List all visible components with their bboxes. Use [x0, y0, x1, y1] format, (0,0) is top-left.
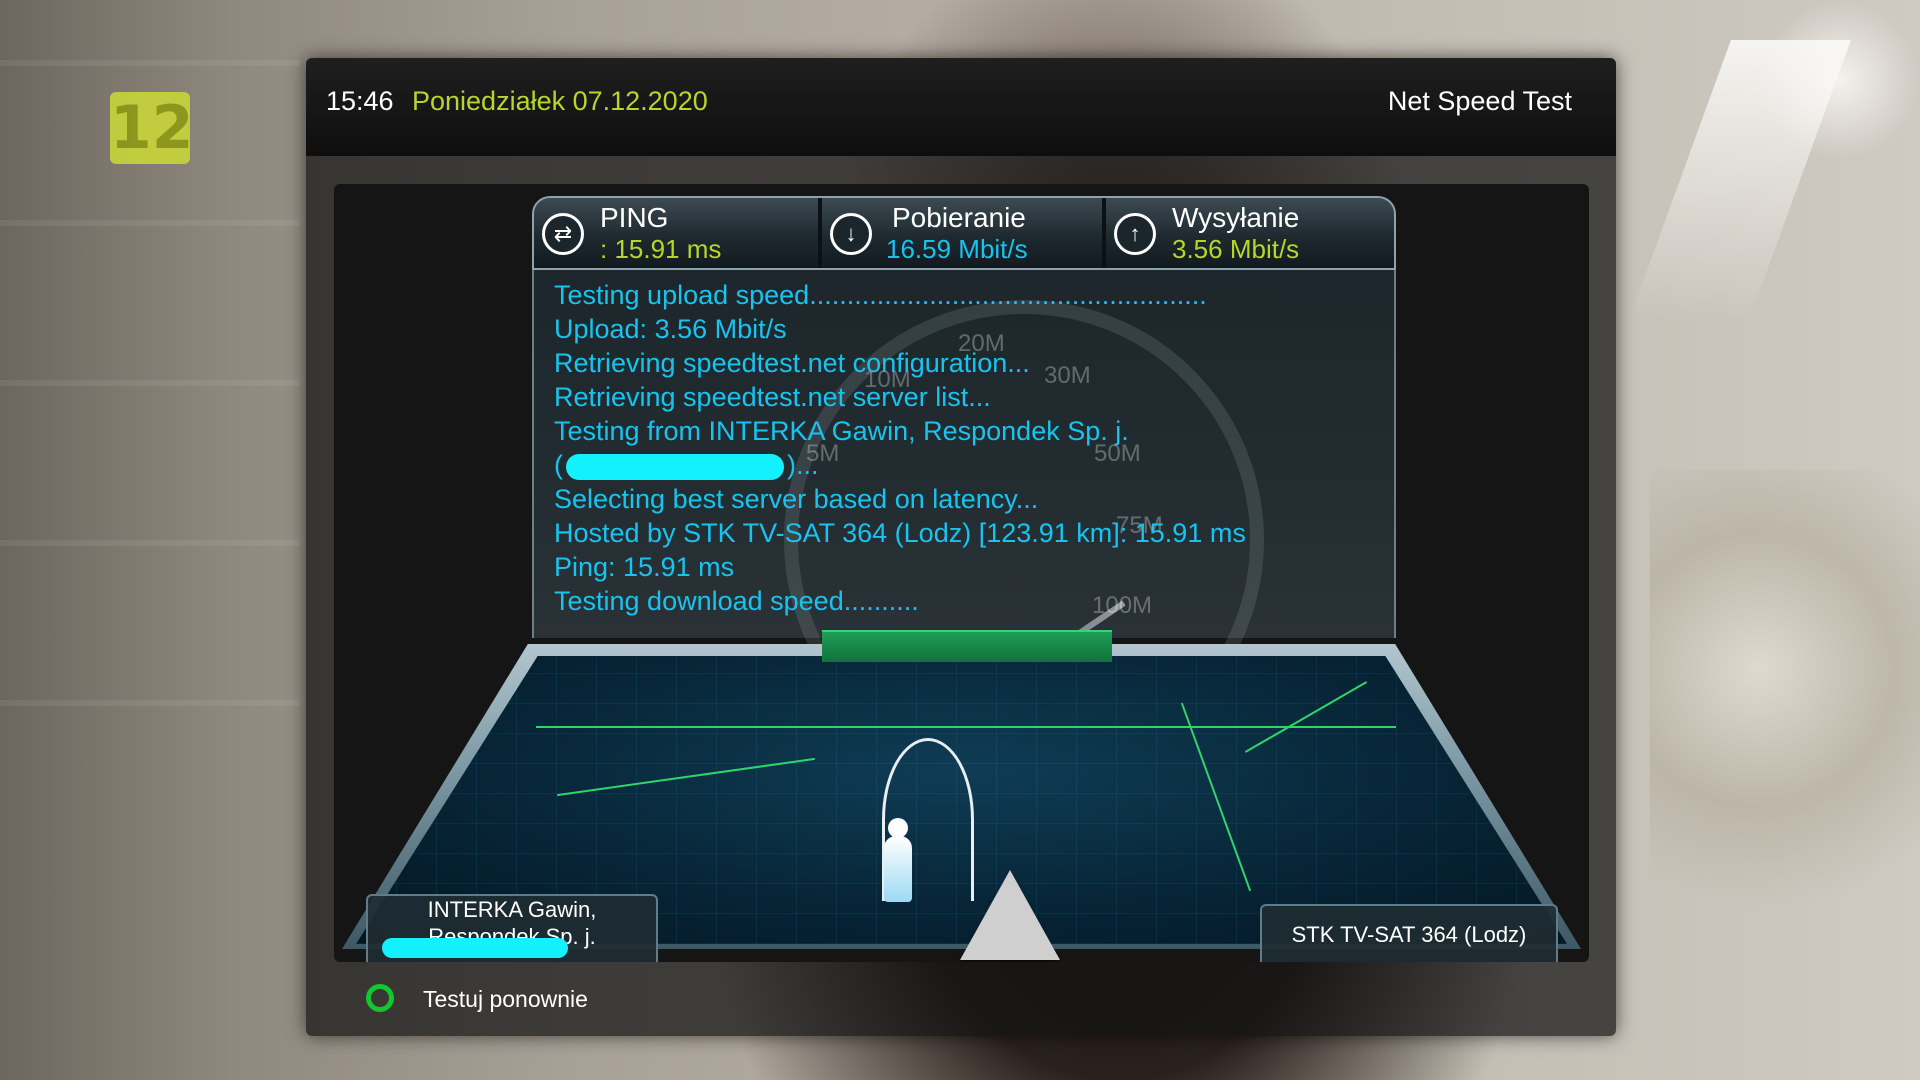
- log-line: Hosted by STK TV-SAT 364 (Lodz) [123.91 …: [554, 518, 1246, 548]
- retest-button-label[interactable]: Testuj ponownie: [423, 986, 588, 1013]
- background-shelf: [0, 60, 300, 860]
- log-line: Testing download speed..........: [554, 586, 919, 616]
- upload-stat: ↑ Wysyłanie 3.56 Mbit/s: [1106, 198, 1390, 268]
- speedtest-screen: ⇄ PING : 15.91 ms ↓ Pobieranie 16.59 Mbi…: [334, 184, 1589, 962]
- progress-strip: [822, 630, 1112, 662]
- log-line: Selecting best server based on latency..…: [554, 484, 1039, 514]
- ping-label: PING: [600, 202, 669, 233]
- stats-bar: ⇄ PING : 15.91 ms ↓ Pobieranie 16.59 Mbi…: [532, 196, 1396, 270]
- test-log: Testing upload speed....................…: [554, 278, 1354, 618]
- upload-label: Wysyłanie: [1172, 202, 1300, 233]
- server-name: STK TV-SAT 364 (Lodz): [1291, 922, 1527, 947]
- download-label: Pobieranie: [892, 202, 1026, 233]
- header-bar: 15:46 Poniedziałek 07.12.2020 Net Speed …: [306, 58, 1616, 156]
- log-line: Ping: 15.91 ms: [554, 552, 735, 582]
- log-line: Testing from INTERKA Gawin, Respondek Sp…: [554, 416, 1129, 446]
- server-pyramid-icon: [960, 870, 1060, 960]
- download-value: 16.59 Mbit/s: [886, 234, 1028, 264]
- user-head-icon: [888, 818, 908, 838]
- map-border: [557, 757, 815, 797]
- channel-logo: 12: [110, 92, 194, 164]
- map-base: INTERKA Gawin, Respondek Sp. j. STK TV-S…: [334, 630, 1589, 962]
- log-line: Retrieving speedtest.net configuration..…: [554, 348, 1030, 378]
- download-stat: ↓ Pobieranie 16.59 Mbit/s: [822, 198, 1102, 268]
- user-icon: [884, 836, 912, 902]
- background-lamp: [1629, 40, 1851, 320]
- map-border: [1244, 681, 1368, 753]
- ping-value: : 15.91 ms: [600, 234, 722, 264]
- log-line: Retrieving speedtest.net server list...: [554, 382, 991, 412]
- upload-arrow-icon: ↑: [1114, 213, 1156, 255]
- log-paren-close: )...: [787, 450, 819, 480]
- map-border: [536, 726, 1396, 728]
- log-paren-open: (: [554, 450, 563, 480]
- redacted-ip: [566, 453, 784, 480]
- background-plant: [1650, 470, 1920, 970]
- current-date: Poniedziałek 07.12.2020: [412, 86, 708, 116]
- log-line: Testing upload speed....................…: [554, 280, 1207, 310]
- log-line-ip: ()...: [554, 448, 1354, 482]
- app-title: Net Speed Test: [1387, 86, 1572, 116]
- redacted-client-ip: [382, 938, 568, 958]
- green-button-icon[interactable]: [366, 984, 394, 1012]
- clock-time: 15:46: [326, 86, 394, 116]
- server-location-box: STK TV-SAT 364 (Lodz): [1260, 904, 1558, 962]
- ping-arrows-icon: ⇄: [542, 213, 584, 255]
- upload-value: 3.56 Mbit/s: [1172, 234, 1300, 264]
- download-arrow-icon: ↓: [830, 213, 872, 255]
- ping-stat: ⇄ PING : 15.91 ms: [534, 198, 818, 268]
- client-name-line1: INTERKA Gawin,: [427, 897, 597, 922]
- map-border: [1180, 702, 1252, 892]
- log-line: Upload: 3.56 Mbit/s: [554, 314, 787, 344]
